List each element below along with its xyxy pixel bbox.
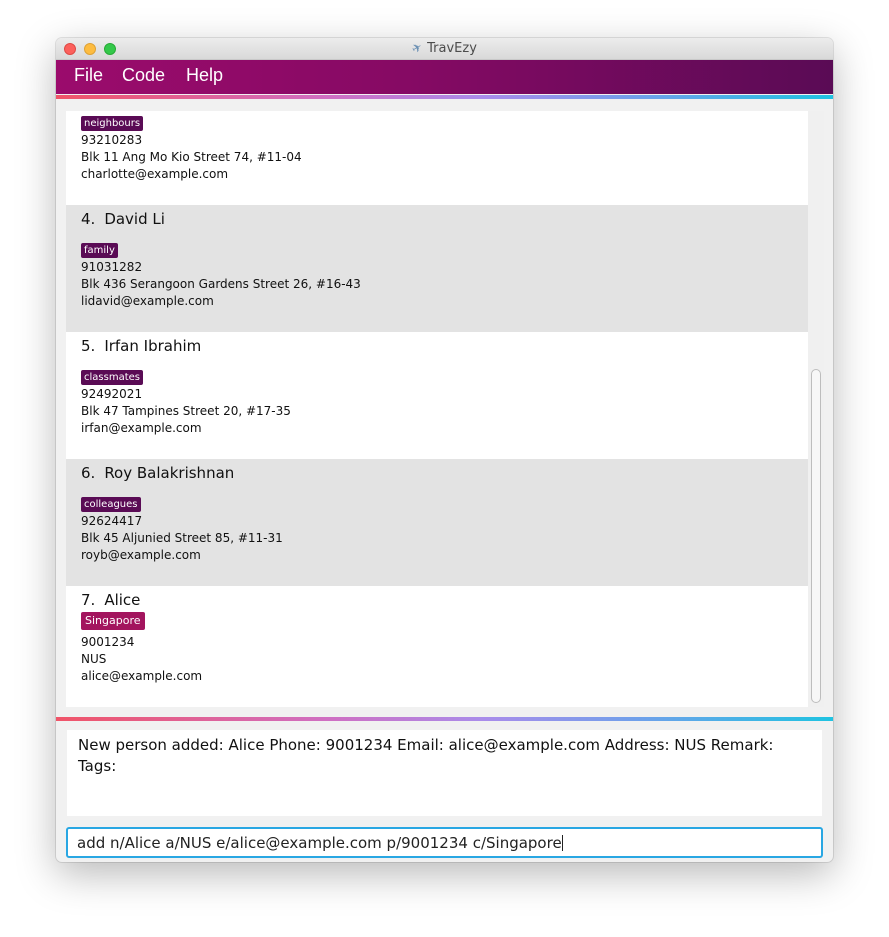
person-tag: classmates bbox=[81, 370, 143, 385]
person-list[interactable]: neighbours 93210283 Blk 11 Ang Mo Kio St… bbox=[66, 111, 808, 707]
menu-code[interactable]: Code bbox=[122, 65, 165, 86]
person-phone: 9001234 bbox=[81, 635, 135, 649]
result-accent-line bbox=[56, 717, 833, 721]
person-name-text: David Li bbox=[104, 210, 165, 228]
title-bar: ✈ TravEzy bbox=[56, 38, 833, 60]
command-input[interactable]: add n/Alice a/NUS e/alice@example.com p/… bbox=[66, 827, 823, 858]
person-index: 7. bbox=[81, 591, 96, 609]
person-phone: 92624417 bbox=[81, 514, 143, 528]
person-index: 5. bbox=[81, 337, 96, 355]
person-address: Blk 47 Tampines Street 20, #17-35 bbox=[81, 404, 291, 418]
menu-help[interactable]: Help bbox=[186, 65, 223, 86]
list-scrollbar-thumb[interactable] bbox=[811, 369, 821, 703]
person-phone: 93210283 bbox=[81, 133, 143, 147]
person-tag: neighbours bbox=[81, 116, 144, 131]
person-name-text: Alice bbox=[104, 591, 141, 609]
person-tag: colleagues bbox=[81, 497, 141, 512]
person-card[interactable]: neighbours 93210283 Blk 11 Ang Mo Kio St… bbox=[66, 111, 808, 205]
person-card[interactable]: 4. David Li family 91031282 Blk 436 Seran… bbox=[66, 205, 808, 332]
person-name-text: Irfan Ibrahim bbox=[104, 337, 202, 355]
person-name: 6. Roy Balakrishnan bbox=[81, 464, 234, 482]
result-display: New person added: Alice Phone: 9001234 E… bbox=[67, 730, 822, 816]
person-index: 6. bbox=[81, 464, 96, 482]
person-tag: family bbox=[81, 243, 118, 258]
person-name: 7. Alice bbox=[81, 591, 140, 609]
command-text: add n/Alice a/NUS e/alice@example.com p/… bbox=[77, 834, 562, 852]
result-message: New person added: Alice Phone: 9001234 E… bbox=[78, 736, 774, 775]
person-email: irfan@example.com bbox=[81, 421, 202, 435]
person-phone: 92492021 bbox=[81, 387, 143, 401]
person-address: Blk 45 Aljunied Street 85, #11-31 bbox=[81, 531, 283, 545]
person-card[interactable]: 6. Roy Balakrishnan colleagues 92624417 B… bbox=[66, 459, 808, 586]
person-email: lidavid@example.com bbox=[81, 294, 214, 308]
command-input-value[interactable]: add n/Alice a/NUS e/alice@example.com p/… bbox=[77, 834, 563, 852]
person-index: 4. bbox=[81, 210, 96, 228]
window-title: TravEzy bbox=[427, 41, 477, 56]
window-title-group: ✈ TravEzy bbox=[56, 39, 833, 57]
person-tag: Singapore bbox=[81, 612, 145, 630]
person-name-text: Roy Balakrishnan bbox=[104, 464, 235, 482]
airplane-icon: ✈ bbox=[409, 39, 425, 57]
person-email: royb@example.com bbox=[81, 548, 201, 562]
person-email: charlotte@example.com bbox=[81, 167, 229, 181]
person-phone: 91031282 bbox=[81, 260, 143, 274]
person-card[interactable]: 5. Irfan Ibrahim classmates 92492021 Blk … bbox=[66, 332, 808, 459]
text-caret bbox=[561, 835, 563, 851]
person-address: Blk 11 Ang Mo Kio Street 74, #11-04 bbox=[81, 150, 302, 164]
person-email: alice@example.com bbox=[81, 669, 203, 683]
menu-file[interactable]: File bbox=[74, 65, 103, 86]
person-name: 5. Irfan Ibrahim bbox=[81, 337, 201, 355]
header-accent-line bbox=[56, 95, 833, 99]
person-address: Blk 436 Serangoon Gardens Street 26, #16… bbox=[81, 277, 361, 291]
menu-bar: File Code Help bbox=[56, 60, 833, 94]
person-name: 4. David Li bbox=[81, 210, 165, 228]
person-card[interactable]: 7. Alice Singapore 9001234 NUS alice@exam… bbox=[66, 586, 808, 707]
app-window: ✈ TravEzy File Code Help neighbours 93210… bbox=[56, 38, 833, 862]
person-address: NUS bbox=[81, 652, 107, 666]
